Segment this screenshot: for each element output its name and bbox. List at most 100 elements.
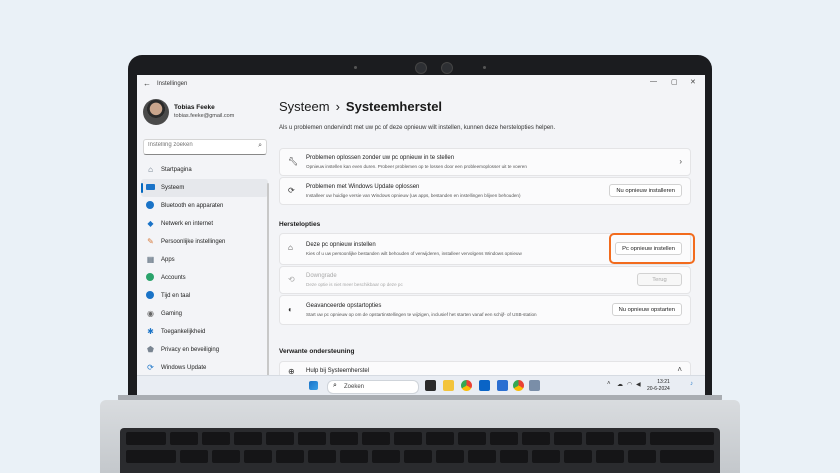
task-view-icon[interactable]: [425, 380, 436, 391]
sensor-dot: [483, 66, 486, 69]
sidebar-item-apps[interactable]: ▦ Apps: [141, 251, 268, 269]
go-back-button[interactable]: Terug: [637, 273, 682, 286]
sidebar-item-label: Gaming: [161, 311, 183, 317]
history-icon: ⟲: [288, 275, 295, 284]
sidebar-item-toegankelijkheid[interactable]: ✱ Toegankelijkheid: [141, 323, 268, 341]
sidebar-item-label: Bluetooth en apparaten: [161, 203, 224, 209]
back-arrow-icon[interactable]: ←: [143, 79, 151, 88]
sidebar-item-startpagina[interactable]: ⌂ Startpagina: [141, 161, 268, 179]
breadcrumb-parent[interactable]: Systeem: [279, 99, 330, 114]
windows-update-card: ⟳ Problemen met Windows Update oplossen …: [279, 177, 691, 205]
advanced-startup-card: ◐ Geavanceerde opstartopties Start uw pc…: [279, 295, 691, 325]
chevron-up-icon[interactable]: ˄: [677, 365, 682, 374]
sidebar-item-label: Accounts: [161, 275, 186, 281]
section-header-related: Verwante ondersteuning: [279, 348, 355, 355]
sidebar-item-label: Tijd en taal: [161, 293, 191, 299]
sidebar-item-label: Privacy en beveiliging: [161, 347, 220, 353]
downgrade-card: ⟲ Downgrade Deze optie is niet meer besc…: [279, 266, 691, 294]
sensor-dot: [354, 66, 357, 69]
sidebar-item-label: Netwerk en internet: [161, 221, 214, 227]
globe-clock-icon: [146, 291, 155, 300]
outlook-icon[interactable]: [479, 380, 490, 391]
notification-bell-icon[interactable]: ♪: [690, 381, 693, 387]
home-icon: ⌂: [148, 165, 153, 174]
close-button[interactable]: ✕: [690, 78, 696, 86]
section-header-recovery: Herstelopties: [279, 221, 321, 228]
maximize-button[interactable]: ▢: [671, 78, 678, 86]
gamepad-icon: ◉: [147, 309, 154, 318]
card-title: Problemen oplossen zonder uw pc opnieuw …: [306, 155, 455, 161]
bluetooth-icon: [146, 201, 155, 210]
update-icon: ⟳: [147, 363, 154, 372]
sidebar-item-label: Toegankelijkheid: [161, 329, 206, 335]
sidebar-item-label: Systeem: [161, 185, 185, 191]
volume-icon[interactable]: ◀: [636, 381, 641, 388]
refresh-icon: ⟳: [288, 186, 295, 195]
clock[interactable]: 13:21 20-6-2024: [647, 379, 670, 393]
card-subtitle: Installeer uw huidige versie van Windows…: [306, 193, 521, 198]
sidebar-item-label: Apps: [161, 257, 175, 263]
search-input[interactable]: [148, 142, 248, 148]
sidebar-item-persoonlijk[interactable]: ✎ Persoonlijke instellingen: [141, 233, 268, 251]
card-subtitle: Start uw pc opnieuw op om de opstartinst…: [306, 312, 537, 317]
webcam: [415, 62, 427, 74]
restart-now-button[interactable]: Nu opnieuw opstarten: [611, 303, 682, 316]
sidebar-item-privacy[interactable]: ⬟ Privacy en beveiliging: [141, 341, 268, 359]
sidebar-item-label: Windows Update: [161, 365, 207, 371]
page-title: Systeemherstel: [345, 99, 443, 114]
advanced-startup-icon: ◐: [288, 305, 293, 314]
search-icon[interactable]: ⌕: [258, 142, 262, 150]
avatar[interactable]: [143, 99, 169, 125]
start-windows-icon[interactable]: [309, 381, 318, 390]
sidebar-item-bluetooth[interactable]: Bluetooth en apparaten: [141, 197, 268, 215]
troubleshoot-card[interactable]: 🔧︎ Problemen oplossen zonder uw pc opnie…: [279, 148, 691, 176]
card-subtitle: Deze optie is niet meer beschikbaar op d…: [306, 282, 403, 287]
chevron-right-icon[interactable]: ›: [679, 157, 682, 166]
sidebar-nav: ⌂ Startpagina Systeem Bluetooth en appar…: [141, 161, 268, 377]
card-subtitle: Opnieuw instellen kan even duren. Probee…: [306, 164, 527, 169]
onedrive-icon[interactable]: ☁: [617, 381, 623, 388]
monitor-icon: [146, 183, 155, 192]
person-icon: [146, 273, 155, 282]
sidebar-item-netwerk[interactable]: ◆ Netwerk en internet: [141, 215, 268, 233]
user-name: Tobias Feeke: [174, 104, 215, 111]
breadcrumb: Systeem › Systeemherstel: [279, 99, 442, 114]
chrome-profile-icon[interactable]: [513, 380, 524, 391]
taskbar: ⌕ Zoeken ˄ ☁ ◠ ◀ 13:21 20-6-2024 ♪: [137, 375, 705, 395]
card-title: Deze pc opnieuw instellen: [306, 242, 376, 248]
sidebar-item-tijd[interactable]: Tijd en taal: [141, 287, 268, 305]
shield-icon: ⬟: [147, 345, 154, 354]
chevron-up-icon[interactable]: ˄: [607, 381, 611, 387]
card-title: Hulp bij Systeemherstel: [306, 368, 370, 374]
accessibility-icon: ✱: [147, 327, 154, 336]
window-title: Instellingen: [157, 81, 188, 87]
search-box[interactable]: ⌕: [143, 139, 267, 155]
taskbar-search[interactable]: ⌕ Zoeken: [327, 380, 419, 394]
search-icon: ⌕: [333, 382, 337, 389]
card-title: Downgrade: [306, 273, 337, 279]
card-subtitle: Kies of u uw persoonlijke bestanden wilt…: [306, 251, 522, 256]
reset-pc-icon: ⌂: [288, 243, 293, 252]
page-description: Als u problemen ondervindt met uw pc of …: [279, 125, 556, 131]
reinstall-button[interactable]: Nu opnieuw installeren: [609, 184, 682, 197]
sidebar-item-systeem[interactable]: Systeem: [141, 179, 268, 197]
card-title: Geavanceerde opstartopties: [306, 303, 382, 309]
chrome-icon[interactable]: [461, 380, 472, 391]
settings-app-icon[interactable]: [529, 380, 540, 391]
minimize-button[interactable]: —: [650, 78, 657, 85]
breadcrumb-separator: ›: [335, 99, 340, 114]
wifi-icon[interactable]: ◠: [627, 381, 632, 388]
clock-date: 20-6-2024: [647, 386, 670, 392]
card-title: Problemen met Windows Update oplossen: [306, 184, 420, 190]
taskbar-search-label: Zoeken: [344, 384, 365, 390]
file-explorer-icon[interactable]: [443, 380, 454, 391]
keyboard: [120, 428, 720, 473]
sidebar-item-label: Persoonlijke instellingen: [161, 239, 226, 245]
clock-time: 13:21: [657, 379, 670, 385]
word-icon[interactable]: [497, 380, 508, 391]
wrench-icon: 🔧︎: [288, 157, 299, 166]
sidebar-item-gaming[interactable]: ◉ Gaming: [141, 305, 268, 323]
sidebar-item-accounts[interactable]: Accounts: [141, 269, 268, 287]
sidebar-item-label: Startpagina: [161, 167, 192, 173]
sidebar-scrollbar[interactable]: [267, 183, 269, 383]
